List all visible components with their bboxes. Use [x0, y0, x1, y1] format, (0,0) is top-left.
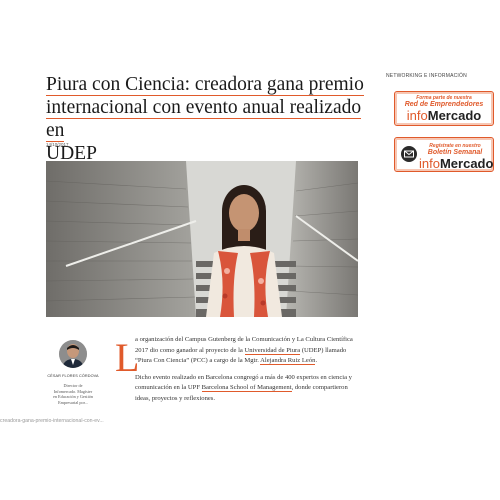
link-universidad-de-piura[interactable]: Universidad de Piura [244, 346, 301, 355]
author-bio: Director de Infomercado. Magíster en Edu… [53, 383, 93, 405]
hero-photo-illustration [46, 161, 358, 317]
author-name[interactable]: CÉSAR FLORES CÓRDOVA [46, 374, 100, 378]
link-barcelona-school-of-management[interactable]: Barcelona School of Management [201, 384, 292, 392]
envelope-icon [401, 146, 417, 162]
infomercado-logo: infoMercado [419, 156, 494, 171]
article-title: Piura con Ciencia: creadora gana premio … [46, 73, 376, 165]
link-alejandra-ruiz-leon[interactable]: Alejandra Ruiz León [260, 357, 316, 365]
promo-boletin-semanal-banner[interactable]: Regístrate en nuestro Boletín Semanal in… [394, 137, 494, 172]
infomercado-logo: infoMercado [406, 108, 482, 123]
sidebar-heading: NETWORKING E INFORMACIÓN [386, 73, 467, 79]
article-title-line-2: internacional con evento anual realizado… [46, 97, 362, 142]
status-bar-url: creadora-gana-premio-internacional-con-e… [0, 418, 104, 424]
promo-red-emprendedores-banner[interactable]: Forma parte de nuestra Red de Emprendedo… [394, 91, 494, 126]
article-paragraph-2: Dicho evento realizado en Barcelona cong… [135, 373, 352, 402]
article-date: 14/10/2017 [46, 142, 69, 147]
hero-image [46, 161, 358, 317]
article-title-line-1: Piura con Ciencia: creadora gana premio [46, 74, 364, 96]
article-paragraph-1: a organización del Campus Gutenberg de l… [135, 336, 353, 365]
article-body: a organización del Campus Gutenberg de l… [135, 335, 360, 410]
author-avatar[interactable] [59, 340, 87, 368]
